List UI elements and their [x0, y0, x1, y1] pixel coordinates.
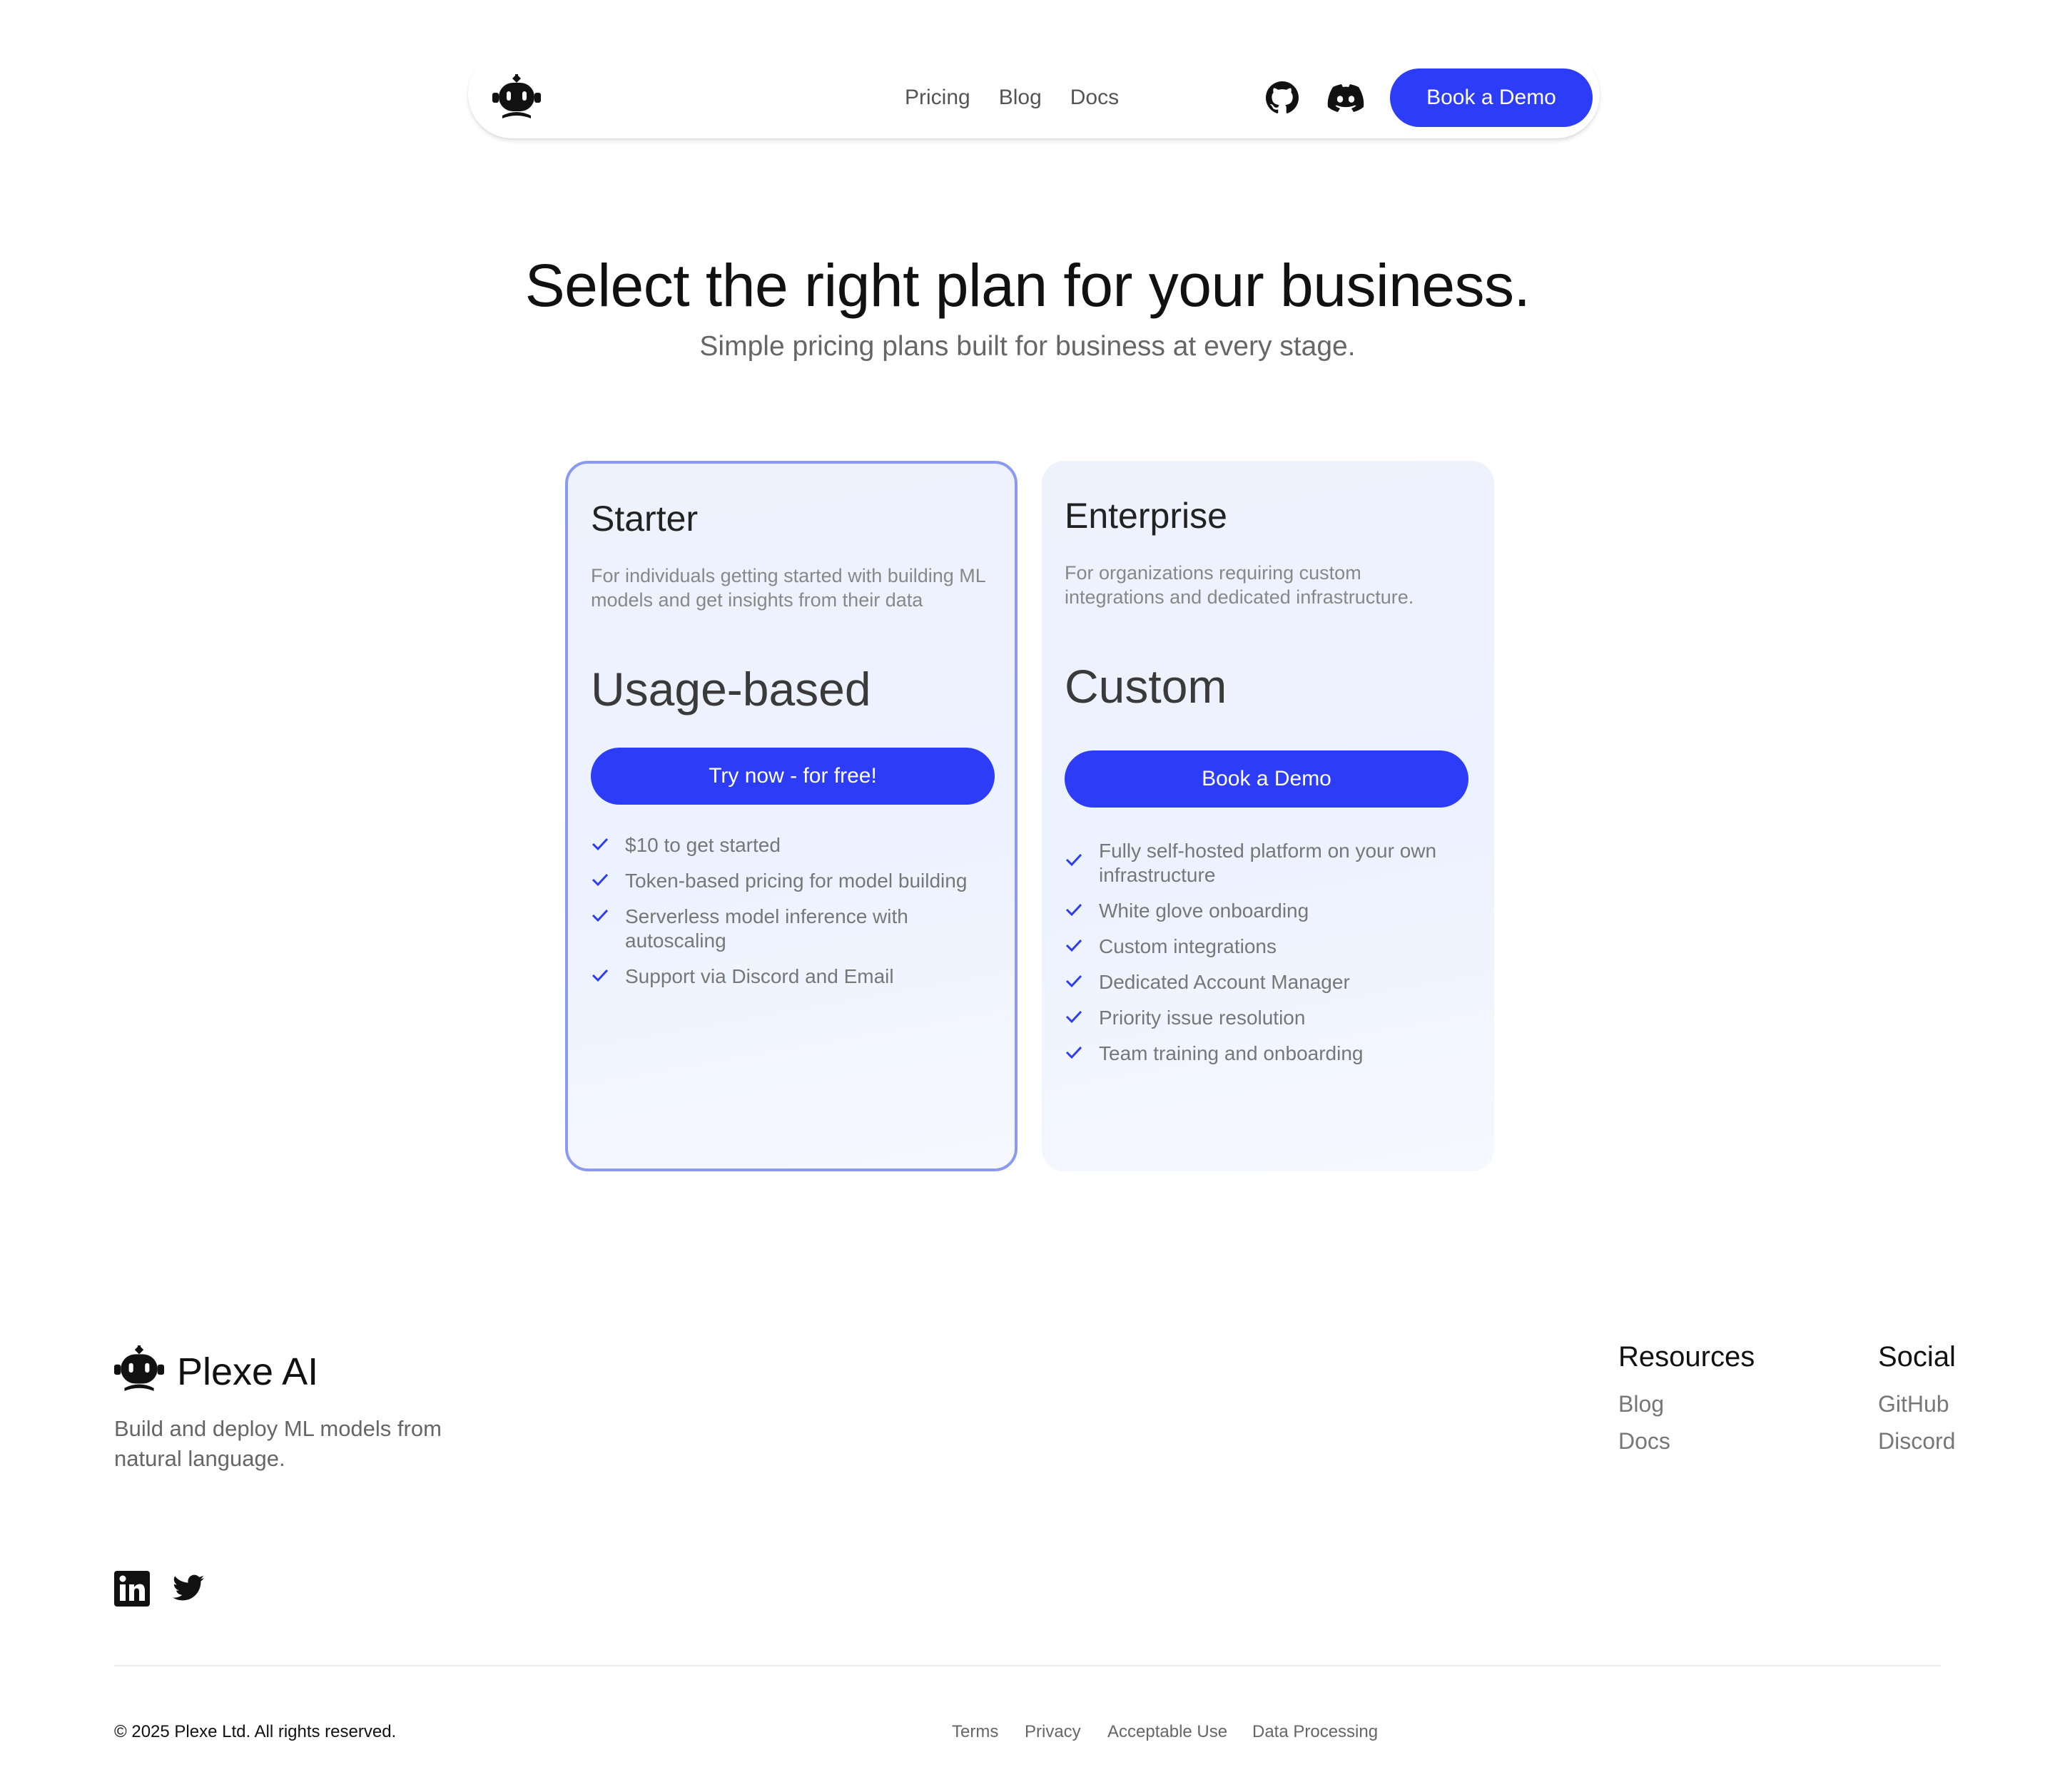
nav-links: Pricing Blog Docs: [905, 83, 1119, 113]
robot-logo-icon[interactable]: [492, 74, 541, 123]
check-icon: [592, 969, 609, 982]
footer-brand-name: Plexe AI: [177, 1350, 319, 1393]
feature-item: $10 to get started: [591, 833, 995, 857]
check-icon: [592, 838, 609, 851]
footer-tagline: Build and deploy ML models from natural …: [114, 1416, 442, 1471]
nav-link-docs[interactable]: Docs: [1070, 83, 1119, 113]
footer-link-terms[interactable]: Terms: [952, 1722, 998, 1742]
feature-text: Token-based pricing for model building: [625, 870, 968, 892]
plan-description: For individuals getting started with bui…: [591, 565, 985, 611]
check-icon: [1065, 974, 1082, 988]
footer-link-privacy[interactable]: Privacy: [1025, 1722, 1081, 1742]
check-icon: [1065, 903, 1082, 917]
nav-link-blog[interactable]: Blog: [999, 83, 1042, 113]
feature-text: Serverless model inference with autoscal…: [625, 905, 908, 952]
page-subtitle: Simple pricing plans built for business …: [699, 331, 1356, 362]
check-icon: [592, 909, 609, 922]
nav-link-pricing[interactable]: Pricing: [905, 83, 970, 113]
feature-item: Serverless model inference with autoscal…: [591, 905, 995, 953]
feature-item: Token-based pricing for model building: [591, 869, 995, 893]
footer-link-data-processing[interactable]: Data Processing: [1252, 1722, 1378, 1742]
feature-text: White glove onboarding: [1099, 900, 1309, 922]
robot-logo-icon[interactable]: [114, 1345, 164, 1395]
footer-divider: [114, 1665, 1941, 1666]
footer-social-title: Social: [1878, 1341, 1956, 1373]
feature-text: Priority issue resolution: [1099, 1007, 1306, 1029]
feature-text: Support via Discord and Email: [625, 965, 894, 987]
book-demo-button[interactable]: Book a Demo: [1065, 750, 1468, 808]
feature-item: White glove onboarding: [1065, 899, 1468, 923]
check-icon: [592, 873, 609, 887]
feature-item: Dedicated Account Manager: [1065, 970, 1468, 994]
copyright: © 2025 Plexe Ltd. All rights reserved.: [114, 1722, 397, 1741]
feature-item: Team training and onboarding: [1065, 1042, 1468, 1066]
feature-item: Custom integrations: [1065, 935, 1468, 959]
feature-list: Fully self-hosted platform on your own i…: [1065, 839, 1468, 1077]
plan-card-starter: Starter For individuals getting started …: [565, 461, 1018, 1171]
feature-item: Priority issue resolution: [1065, 1006, 1468, 1030]
plan-name: Enterprise: [1065, 496, 1227, 536]
plan-name: Starter: [591, 499, 699, 539]
plan-price: Usage-based: [591, 663, 871, 716]
feature-text: $10 to get started: [625, 834, 781, 856]
feature-item: Fully self-hosted platform on your own i…: [1065, 839, 1468, 887]
check-icon: [1065, 1046, 1082, 1059]
feature-list: $10 to get started Token-based pricing f…: [591, 833, 995, 1000]
feature-text: Dedicated Account Manager: [1099, 971, 1350, 993]
twitter-icon[interactable]: [173, 1574, 204, 1602]
book-demo-button[interactable]: Book a Demo: [1390, 68, 1593, 127]
linkedin-icon[interactable]: [114, 1571, 150, 1607]
check-icon: [1065, 939, 1082, 952]
plan-price: Custom: [1065, 660, 1227, 713]
plan-description: For organizations requiring custom integ…: [1065, 562, 1414, 608]
top-nav: Pricing Blog Docs Book a Demo: [468, 50, 1600, 138]
footer-link-discord[interactable]: Discord: [1878, 1428, 1955, 1455]
try-free-button[interactable]: Try now - for free!: [591, 748, 995, 805]
page-title: Select the right plan for your business.: [524, 252, 1531, 319]
feature-text: Team training and onboarding: [1099, 1042, 1364, 1064]
check-icon: [1065, 1010, 1082, 1024]
plan-card-enterprise: Enterprise For organizations requiring c…: [1042, 461, 1494, 1171]
discord-icon[interactable]: [1327, 84, 1364, 113]
check-icon: [1065, 853, 1082, 867]
github-icon[interactable]: [1266, 81, 1299, 114]
footer-link-acceptable-use[interactable]: Acceptable Use: [1107, 1722, 1227, 1742]
feature-text: Custom integrations: [1099, 935, 1277, 957]
footer-link-docs[interactable]: Docs: [1618, 1428, 1670, 1455]
footer-link-blog[interactable]: Blog: [1618, 1391, 1664, 1417]
footer-link-github[interactable]: GitHub: [1878, 1391, 1949, 1417]
footer-resources-title: Resources: [1618, 1341, 1755, 1373]
feature-item: Support via Discord and Email: [591, 964, 995, 989]
feature-text: Fully self-hosted platform on your own i…: [1099, 840, 1437, 886]
